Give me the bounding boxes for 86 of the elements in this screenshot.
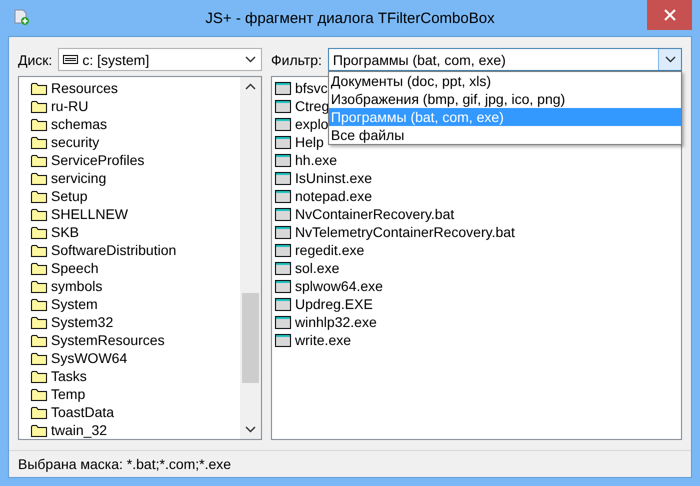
folder-icon (31, 262, 47, 274)
scrollbar[interactable] (240, 77, 261, 439)
file-name[interactable]: Updreg.EXE (295, 296, 373, 312)
filter-label: Фильтр: (271, 52, 322, 68)
folder-name[interactable]: Temp (51, 386, 86, 402)
folder-icon (31, 244, 47, 256)
folder-icon (31, 298, 47, 310)
scroll-down-icon (245, 426, 256, 432)
drive-icon (63, 55, 78, 64)
folder-name[interactable]: security (51, 134, 100, 150)
folder-name[interactable]: Resources (51, 80, 118, 96)
folder-icon (31, 280, 47, 292)
program-file-icon (275, 226, 291, 238)
folder-icon (31, 100, 47, 112)
folder-icon (31, 190, 47, 202)
file-name[interactable]: winhlp32.exe (295, 314, 377, 330)
file-name[interactable]: NvContainerRecovery.bat (295, 206, 454, 222)
folder-name[interactable]: Speech (51, 260, 98, 276)
folder-icon (31, 226, 47, 238)
folder-icon (31, 172, 47, 184)
folder-name[interactable]: schemas (51, 116, 108, 132)
folder-name[interactable]: SHELLNEW (51, 206, 128, 222)
folder-icon (31, 388, 47, 400)
folder-name[interactable]: ToastData (51, 404, 114, 420)
file-name[interactable]: Help (295, 134, 324, 150)
drive-label: Диск: (18, 52, 52, 68)
folder-icon (31, 352, 47, 364)
file-name[interactable]: splwow64.exe (295, 278, 383, 294)
folder-name[interactable]: Setup (51, 188, 88, 204)
dropdown-option[interactable]: Все файлы (328, 126, 681, 144)
folder-name[interactable]: SystemResources (51, 332, 165, 348)
program-file-icon (275, 154, 291, 166)
dropdown-option[interactable]: Изображения (bmp, gif, jpg, ico, png) (328, 90, 681, 108)
program-file-icon (275, 262, 291, 274)
window-title: JS+ - фрагмент диалога TFilterComboBox (205, 10, 495, 27)
folder-name[interactable]: SKB (51, 224, 80, 240)
program-file-icon (275, 100, 291, 112)
folder-name[interactable]: System (51, 296, 98, 312)
file-name[interactable]: regedit.exe (295, 242, 364, 258)
folder-name[interactable]: twain_32 (51, 422, 108, 438)
file-name[interactable]: IsUninst.exe (295, 170, 372, 186)
close-icon (664, 9, 676, 21)
folder-name[interactable]: servicing (51, 170, 106, 186)
program-file-icon (275, 280, 291, 292)
program-file-icon (275, 244, 291, 256)
file-name[interactable]: hh.exe (295, 152, 338, 168)
program-file-icon (275, 136, 291, 148)
file-name[interactable]: explo (295, 116, 328, 132)
folder-icon (31, 136, 47, 148)
program-file-icon (275, 82, 291, 94)
folder-name[interactable]: ru-RU (51, 98, 88, 114)
file-name[interactable]: Ctreg (295, 98, 330, 114)
program-file-icon (275, 316, 291, 328)
program-file-icon (275, 208, 291, 220)
folder-icon (31, 208, 47, 220)
folder-name[interactable]: symbols (51, 278, 102, 294)
program-file-icon (275, 334, 291, 346)
folder-icon (31, 424, 47, 436)
program-file-icon (275, 172, 291, 184)
folder-name[interactable]: System32 (51, 314, 114, 330)
program-file-icon (275, 190, 291, 202)
folder-icon (31, 82, 47, 94)
folder-icon (31, 406, 47, 418)
scroll-thumb[interactable] (242, 293, 259, 383)
drive-dropdown[interactable]: c: [system] (58, 48, 262, 71)
folder-name[interactable]: Tasks (51, 368, 87, 384)
folder-name[interactable]: SysWOW64 (51, 350, 128, 366)
dropdown-option[interactable]: Документы (doc, ppt, xls) (328, 72, 681, 90)
program-file-icon (275, 118, 291, 130)
file-name[interactable]: sol.exe (295, 260, 340, 276)
folder-icon (31, 118, 47, 130)
folder-name[interactable]: ServiceProfiles (51, 152, 144, 168)
file-name[interactable]: NvTelemetryContainerRecovery.bat (295, 224, 515, 240)
close-button[interactable] (647, 0, 692, 30)
app-icon (12, 8, 30, 26)
program-file-icon (275, 298, 291, 310)
file-name[interactable]: write.exe (295, 332, 352, 348)
file-name[interactable]: notepad.exe (295, 188, 372, 204)
status-text: Выбрана маска: *.bat;*.com;*.exe (18, 456, 232, 472)
folder-icon (31, 334, 47, 346)
file-name[interactable]: bfsvc (295, 80, 328, 96)
folder-icon (31, 370, 47, 382)
folder-name[interactable]: SoftwareDistribution (51, 242, 176, 258)
scroll-up-icon (245, 84, 256, 90)
folder-icon (31, 154, 47, 166)
folder-icon (31, 316, 47, 328)
